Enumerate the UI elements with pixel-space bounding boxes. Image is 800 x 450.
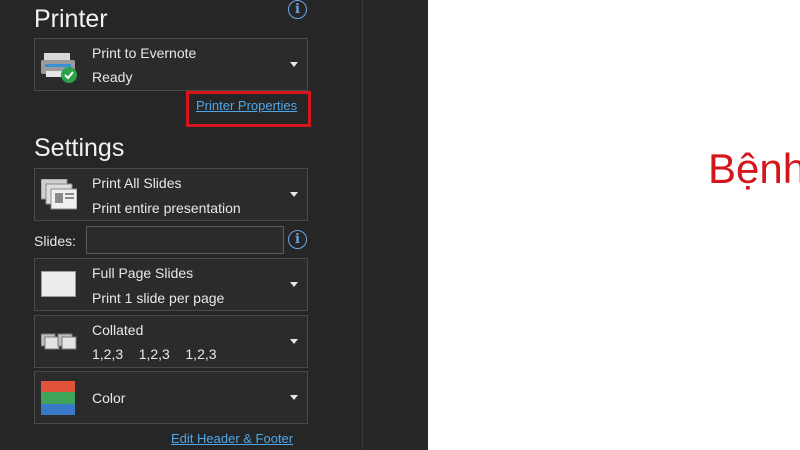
printer-status: Ready	[92, 69, 133, 85]
printer-info-icon[interactable]: i	[288, 0, 307, 19]
chevron-down-icon	[290, 394, 298, 400]
printer-icon	[41, 51, 81, 90]
collation-order: 1,2,3 1,2,3 1,2,3	[92, 346, 217, 362]
settings-section-title: Settings	[34, 134, 125, 162]
print-range-dropdown[interactable]: Print All Slides Print entire presentati…	[34, 168, 308, 221]
collated-icon	[40, 332, 77, 355]
slides-input[interactable]	[86, 226, 284, 254]
chevron-down-icon	[290, 61, 298, 67]
chevron-down-icon	[290, 281, 298, 287]
slides-label: Slides:	[34, 233, 77, 249]
print-range-description: Print entire presentation	[92, 200, 241, 216]
print-range-label: Print All Slides	[92, 175, 182, 191]
chevron-down-icon	[290, 338, 298, 344]
collation-label: Collated	[92, 322, 144, 338]
edit-header-footer-link[interactable]: Edit Header & Footer	[171, 431, 293, 446]
printer-section-title: Printer	[34, 5, 108, 33]
color-dropdown[interactable]: Color	[34, 371, 308, 424]
print-settings-pane: Printer i Print to Evernote Ready Printe…	[0, 0, 362, 450]
color-label: Color	[92, 390, 126, 406]
layout-dropdown[interactable]: Full Page Slides Print 1 slide per page	[34, 258, 308, 311]
printer-dropdown[interactable]: Print to Evernote Ready	[34, 38, 308, 91]
preview-slide-text: Bệnh	[708, 145, 800, 192]
printer-name: Print to Evernote	[92, 45, 197, 61]
all-slides-icon	[40, 178, 78, 216]
chevron-down-icon	[290, 191, 298, 197]
layout-label: Full Page Slides	[92, 265, 194, 281]
print-preview: Bệnh	[428, 0, 800, 450]
highlight-annotation-box	[186, 91, 311, 127]
collation-dropdown[interactable]: Collated 1,2,3 1,2,3 1,2,3	[34, 315, 308, 368]
color-swatch-icon	[41, 381, 75, 420]
full-page-slide-icon	[41, 271, 77, 302]
pane-divider	[362, 0, 428, 450]
layout-description: Print 1 slide per page	[92, 290, 225, 306]
slides-info-icon[interactable]: i	[288, 230, 307, 249]
